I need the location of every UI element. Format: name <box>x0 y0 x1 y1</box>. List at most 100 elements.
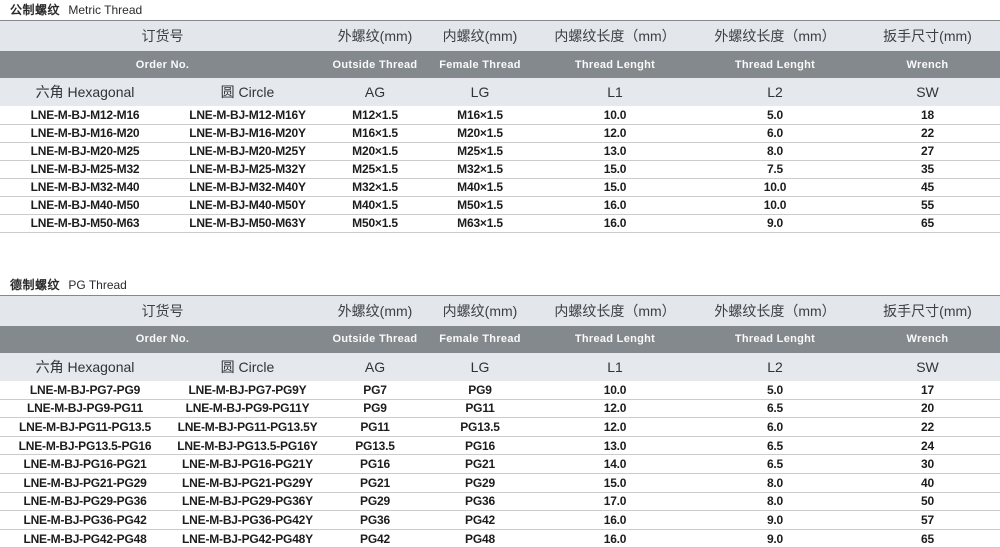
metric-title-zh: 公制螺纹 <box>10 3 60 17</box>
cell-sw: 20 <box>855 399 1000 418</box>
cell-l2: 8.0 <box>695 473 855 492</box>
metric-table-header: 订货号 外螺纹(mm) 内螺纹(mm) 内螺纹长度（mm） 外螺纹长度（mm） … <box>0 21 1000 106</box>
cell-ag: M32×1.5 <box>325 178 425 196</box>
table-row: LNE-M-BJ-PG29-PG36 LNE-M-BJ-PG29-PG36Y P… <box>0 492 1000 511</box>
cell-lg: M32×1.5 <box>425 160 535 178</box>
cell-l1: 13.0 <box>535 142 695 160</box>
cell-order-circle: LNE-M-BJ-M40-M50Y <box>170 196 325 214</box>
cell-sw: 17 <box>855 381 1000 400</box>
cell-sw: 35 <box>855 160 1000 178</box>
cell-sw: 24 <box>855 436 1000 455</box>
col-subheader-sw: SW <box>855 353 1000 381</box>
cell-lg: M50×1.5 <box>425 196 535 214</box>
cell-order-hexagonal: LNE-M-BJ-PG42-PG48 <box>0 529 170 548</box>
pg-title-zh: 德制螺纹 <box>10 278 60 292</box>
cell-order-hexagonal: LNE-M-BJ-PG36-PG42 <box>0 511 170 530</box>
cell-ag: M12×1.5 <box>325 106 425 124</box>
cell-lg: PG21 <box>425 455 535 474</box>
cell-order-hexagonal: LNE-M-BJ-M12-M16 <box>0 106 170 124</box>
cell-order-hexagonal: LNE-M-BJ-M25-M32 <box>0 160 170 178</box>
col-header-thread-length-l1-en: Thread Lenght <box>535 326 695 353</box>
cell-order-circle: LNE-M-BJ-M16-M20Y <box>170 124 325 142</box>
cell-sw: 18 <box>855 106 1000 124</box>
cell-l2: 5.0 <box>695 106 855 124</box>
col-header-outside-thread-en: Outside Thread <box>325 51 425 78</box>
cell-l1: 12.0 <box>535 399 695 418</box>
cell-l2: 7.5 <box>695 160 855 178</box>
cell-ag: M16×1.5 <box>325 124 425 142</box>
cell-lg: M40×1.5 <box>425 178 535 196</box>
cell-l1: 12.0 <box>535 418 695 437</box>
cell-lg: PG48 <box>425 529 535 548</box>
cell-order-hexagonal: LNE-M-BJ-PG13.5-PG16 <box>0 436 170 455</box>
col-subheader-ag: AG <box>325 78 425 106</box>
cell-order-circle: LNE-M-BJ-PG13.5-PG16Y <box>170 436 325 455</box>
col-header-female-thread-en: Female Thread <box>425 326 535 353</box>
cell-order-circle: LNE-M-BJ-M32-M40Y <box>170 178 325 196</box>
cell-order-circle: LNE-M-BJ-M20-M25Y <box>170 142 325 160</box>
cell-order-hexagonal: LNE-M-BJ-PG9-PG11 <box>0 399 170 418</box>
cell-l1: 16.0 <box>535 511 695 530</box>
col-header-female-thread-en: Female Thread <box>425 51 535 78</box>
cell-sw: 55 <box>855 196 1000 214</box>
cell-l2: 9.0 <box>695 529 855 548</box>
cell-l1: 13.0 <box>535 436 695 455</box>
col-header-wrench-en: Wrench <box>855 51 1000 78</box>
table-row: LNE-M-BJ-M40-M50 LNE-M-BJ-M40-M50Y M40×1… <box>0 196 1000 214</box>
header-row-en: Order No. Outside Thread Female Thread T… <box>0 326 1000 353</box>
pg-table-title: 德制螺纹 PG Thread <box>0 275 1000 296</box>
cell-lg: PG9 <box>425 381 535 400</box>
cell-l2: 6.0 <box>695 124 855 142</box>
cell-sw: 65 <box>855 214 1000 232</box>
cell-order-hexagonal: LNE-M-BJ-M40-M50 <box>0 196 170 214</box>
cell-lg: PG42 <box>425 511 535 530</box>
cell-order-hexagonal: LNE-M-BJ-PG11-PG13.5 <box>0 418 170 437</box>
cell-l1: 16.0 <box>535 214 695 232</box>
cell-order-circle: LNE-M-BJ-PG29-PG36Y <box>170 492 325 511</box>
header-row-sub: 六角 Hexagonal 圆 Circle AG LG L1 L2 SW <box>0 78 1000 106</box>
col-subheader-l1: L1 <box>535 78 695 106</box>
header-row-en: Order No. Outside Thread Female Thread T… <box>0 51 1000 78</box>
col-header-outside-thread-en: Outside Thread <box>325 326 425 353</box>
col-subheader-ag: AG <box>325 353 425 381</box>
cell-l1: 12.0 <box>535 124 695 142</box>
cell-lg: PG11 <box>425 399 535 418</box>
cell-l1: 16.0 <box>535 196 695 214</box>
cell-ag: M50×1.5 <box>325 214 425 232</box>
cell-ag: PG36 <box>325 511 425 530</box>
cell-lg: M16×1.5 <box>425 106 535 124</box>
cell-order-circle: LNE-M-BJ-PG16-PG21Y <box>170 455 325 474</box>
col-subheader-hexagonal: 六角 Hexagonal <box>0 353 170 381</box>
col-header-thread-length-l2-zh: 外螺纹长度（mm） <box>695 296 855 326</box>
cell-sw: 22 <box>855 418 1000 437</box>
cell-order-circle: LNE-M-BJ-PG9-PG11Y <box>170 399 325 418</box>
cell-l1: 15.0 <box>535 178 695 196</box>
pg-table-body: LNE-M-BJ-PG7-PG9 LNE-M-BJ-PG7-PG9Y PG7 P… <box>0 381 1000 548</box>
header-row-sub: 六角 Hexagonal 圆 Circle AG LG L1 L2 SW <box>0 353 1000 381</box>
cell-lg: PG13.5 <box>425 418 535 437</box>
pg-table-header: 订货号 外螺纹(mm) 内螺纹(mm) 内螺纹长度（mm） 外螺纹长度（mm） … <box>0 296 1000 381</box>
cell-ag: PG9 <box>325 399 425 418</box>
cell-order-hexagonal: LNE-M-BJ-M32-M40 <box>0 178 170 196</box>
col-subheader-lg: LG <box>425 78 535 106</box>
cell-ag: M40×1.5 <box>325 196 425 214</box>
table-row: LNE-M-BJ-M16-M20 LNE-M-BJ-M16-M20Y M16×1… <box>0 124 1000 142</box>
header-row-zh: 订货号 外螺纹(mm) 内螺纹(mm) 内螺纹长度（mm） 外螺纹长度（mm） … <box>0 21 1000 51</box>
cell-l2: 9.0 <box>695 511 855 530</box>
table-row: LNE-M-BJ-M20-M25 LNE-M-BJ-M20-M25Y M20×1… <box>0 142 1000 160</box>
cell-ag: PG42 <box>325 529 425 548</box>
cell-sw: 30 <box>855 455 1000 474</box>
cell-lg: PG16 <box>425 436 535 455</box>
cell-ag: M25×1.5 <box>325 160 425 178</box>
cell-sw: 57 <box>855 511 1000 530</box>
pg-thread-table: 订货号 外螺纹(mm) 内螺纹(mm) 内螺纹长度（mm） 外螺纹长度（mm） … <box>0 296 1000 548</box>
cell-l1: 16.0 <box>535 529 695 548</box>
table-row: LNE-M-BJ-PG11-PG13.5 LNE-M-BJ-PG11-PG13.… <box>0 418 1000 437</box>
cell-sw: 22 <box>855 124 1000 142</box>
cell-l2: 10.0 <box>695 178 855 196</box>
cell-l2: 6.5 <box>695 455 855 474</box>
col-header-outside-thread-zh: 外螺纹(mm) <box>325 21 425 51</box>
cell-l1: 15.0 <box>535 160 695 178</box>
cell-l1: 14.0 <box>535 455 695 474</box>
col-subheader-sw: SW <box>855 78 1000 106</box>
